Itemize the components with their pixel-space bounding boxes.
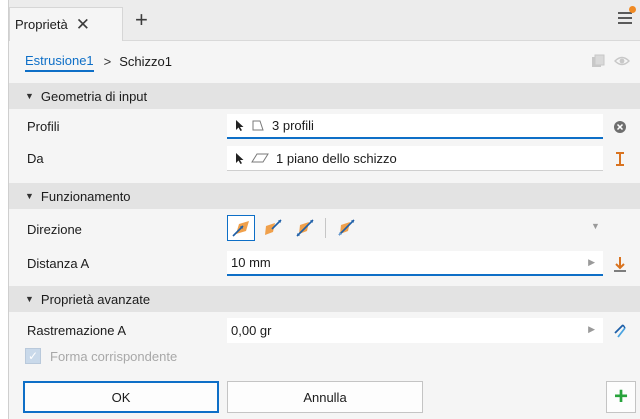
- add-tab-icon[interactable]: +: [135, 9, 148, 31]
- close-icon[interactable]: ✕: [76, 16, 90, 33]
- match-shape-checkbox[interactable]: ✓: [25, 348, 41, 364]
- collapse-triangle-icon: ▼: [25, 191, 34, 201]
- section-behavior-header[interactable]: ▼ Funzionamento: [9, 183, 640, 209]
- chevron-down-icon[interactable]: ▼: [591, 221, 600, 231]
- from-label: Da: [27, 151, 44, 166]
- direction-symmetric-icon: [296, 219, 314, 237]
- direction-asymmetric-button[interactable]: [332, 215, 360, 241]
- direction-button-group: [227, 215, 360, 241]
- taper-icon[interactable]: [611, 322, 629, 340]
- taper-label: Rastremazione A: [27, 323, 126, 338]
- notification-dot: [629, 6, 636, 13]
- section-title: Geometria di input: [40, 88, 148, 104]
- copy-icon[interactable]: [590, 53, 606, 69]
- row-taper: Rastremazione A 0,00 gr ▶: [9, 316, 640, 346]
- visibility-eye-icon[interactable]: [614, 53, 630, 69]
- profiles-label: Profili: [27, 119, 60, 134]
- chevron-right-icon[interactable]: ▶: [588, 257, 595, 268]
- chevron-right-icon[interactable]: ▶: [588, 324, 595, 335]
- row-direction: Direzione ▼: [9, 213, 640, 243]
- flip-direction-icon[interactable]: [611, 150, 629, 168]
- distance-input[interactable]: 10 mm ▶: [227, 251, 603, 276]
- clear-x-icon[interactable]: [611, 118, 629, 136]
- tab-bar: Proprietà ✕ +: [9, 0, 640, 41]
- section-title: Funzionamento: [40, 188, 131, 204]
- profiles-value: 3 profili: [272, 118, 314, 133]
- section-input-geometry-header[interactable]: ▼ Geometria di input: [9, 83, 640, 109]
- collapse-triangle-icon: ▼: [25, 294, 34, 304]
- from-selector[interactable]: 1 piano dello schizzo: [227, 146, 603, 171]
- plane-icon: [251, 153, 269, 163]
- cancel-button[interactable]: Annulla: [227, 381, 423, 413]
- direction-label: Direzione: [27, 222, 82, 237]
- section-advanced-header[interactable]: ▼ Proprietà avanzate: [9, 286, 640, 312]
- section-title: Proprietà avanzate: [40, 291, 151, 307]
- profiles-selector[interactable]: 3 profili: [227, 114, 603, 139]
- direction-flipped-button[interactable]: [259, 215, 287, 241]
- row-from: Da 1 piano dello schizzo: [9, 144, 640, 174]
- taper-value: 0,00 gr: [231, 323, 272, 338]
- breadcrumb-parent-link[interactable]: Estrusione1: [25, 51, 94, 72]
- row-distance: Distanza A 10 mm ▶: [9, 249, 640, 279]
- tab-properties[interactable]: Proprietà ✕: [9, 7, 123, 41]
- add-button[interactable]: +: [606, 381, 636, 413]
- cursor-arrow-icon: [236, 152, 244, 164]
- from-value: 1 piano dello schizzo: [276, 150, 397, 166]
- properties-panel: Proprietà ✕ + Estrusione1 > Schizzo1 ▼ G…: [8, 0, 640, 419]
- breadcrumb-separator: >: [103, 53, 112, 69]
- button-group-divider: [325, 218, 326, 238]
- match-shape-label: Forma corrispondente: [50, 348, 178, 364]
- ok-button[interactable]: OK: [23, 381, 219, 413]
- tab-label: Proprietà: [15, 17, 68, 32]
- direction-symmetric-button[interactable]: [291, 215, 319, 241]
- breadcrumb: Estrusione1 > Schizzo1: [9, 41, 640, 81]
- distance-label: Distanza A: [27, 256, 90, 271]
- hamburger-menu-icon[interactable]: [618, 6, 636, 26]
- direction-asymmetric-icon: [338, 219, 355, 236]
- collapse-triangle-icon: ▼: [25, 91, 34, 101]
- extent-icon[interactable]: [611, 255, 629, 273]
- cursor-arrow-icon: [236, 120, 244, 131]
- direction-flipped-icon: [265, 219, 282, 235]
- direction-default-button[interactable]: [227, 215, 255, 241]
- taper-input[interactable]: 0,00 gr ▶: [227, 318, 603, 343]
- row-profiles: Profili 3 profili: [9, 112, 640, 142]
- direction-default-icon: [232, 221, 249, 237]
- breadcrumb-current: Schizzo1: [119, 53, 172, 69]
- profile-shape-icon: [252, 120, 264, 131]
- distance-value: 10 mm: [231, 255, 271, 270]
- match-shape-row: ✓ Forma corrispondente: [25, 348, 177, 364]
